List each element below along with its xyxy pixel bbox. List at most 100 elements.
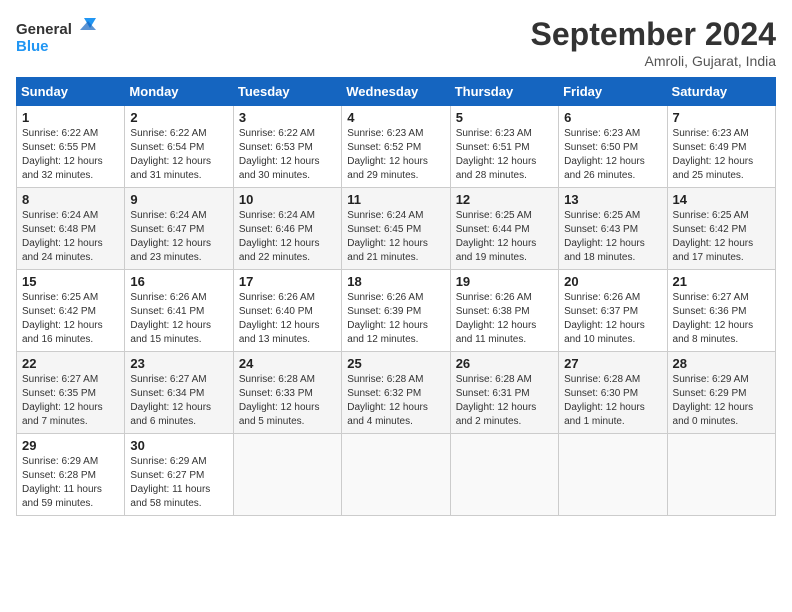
calendar-cell: 15 Sunrise: 6:25 AM Sunset: 6:42 PM Dayli…	[17, 270, 125, 352]
calendar-cell: 14 Sunrise: 6:25 AM Sunset: 6:42 PM Dayli…	[667, 188, 775, 270]
column-header-tuesday: Tuesday	[233, 78, 341, 106]
day-number: 17	[239, 274, 336, 289]
day-detail: Sunrise: 6:29 AM Sunset: 6:29 PM Dayligh…	[673, 373, 770, 429]
calendar-cell: 23 Sunrise: 6:27 AM Sunset: 6:34 PM Dayli…	[125, 352, 233, 434]
day-detail: Sunrise: 6:27 AM Sunset: 6:35 PM Dayligh…	[22, 373, 119, 429]
calendar-cell: 1 Sunrise: 6:22 AM Sunset: 6:55 PM Daylig…	[17, 106, 125, 188]
day-number: 25	[347, 356, 444, 371]
calendar-cell: 13 Sunrise: 6:25 AM Sunset: 6:43 PM Dayli…	[559, 188, 667, 270]
week-row-3: 15 Sunrise: 6:25 AM Sunset: 6:42 PM Dayli…	[17, 270, 776, 352]
day-detail: Sunrise: 6:29 AM Sunset: 6:27 PM Dayligh…	[130, 455, 227, 511]
day-detail: Sunrise: 6:28 AM Sunset: 6:30 PM Dayligh…	[564, 373, 661, 429]
location: Amroli, Gujarat, India	[531, 53, 776, 69]
day-detail: Sunrise: 6:25 AM Sunset: 6:42 PM Dayligh…	[22, 291, 119, 347]
day-number: 12	[456, 192, 553, 207]
calendar-cell: 8 Sunrise: 6:24 AM Sunset: 6:48 PM Daylig…	[17, 188, 125, 270]
day-detail: Sunrise: 6:23 AM Sunset: 6:52 PM Dayligh…	[347, 127, 444, 183]
day-detail: Sunrise: 6:24 AM Sunset: 6:47 PM Dayligh…	[130, 209, 227, 265]
logo: General Blue	[16, 16, 96, 58]
day-detail: Sunrise: 6:28 AM Sunset: 6:31 PM Dayligh…	[456, 373, 553, 429]
day-number: 16	[130, 274, 227, 289]
calendar-cell: 3 Sunrise: 6:22 AM Sunset: 6:53 PM Daylig…	[233, 106, 341, 188]
calendar-cell: 10 Sunrise: 6:24 AM Sunset: 6:46 PM Dayli…	[233, 188, 341, 270]
day-detail: Sunrise: 6:22 AM Sunset: 6:55 PM Dayligh…	[22, 127, 119, 183]
calendar-cell: 30 Sunrise: 6:29 AM Sunset: 6:27 PM Dayli…	[125, 434, 233, 516]
day-detail: Sunrise: 6:24 AM Sunset: 6:48 PM Dayligh…	[22, 209, 119, 265]
day-number: 30	[130, 438, 227, 453]
calendar-cell: 4 Sunrise: 6:23 AM Sunset: 6:52 PM Daylig…	[342, 106, 450, 188]
day-detail: Sunrise: 6:25 AM Sunset: 6:43 PM Dayligh…	[564, 209, 661, 265]
calendar-cell: 19Sunrise: 6:26 AM Sunset: 6:38 PM Dayli…	[450, 270, 558, 352]
day-number: 1	[22, 110, 119, 125]
day-detail: Sunrise: 6:28 AM Sunset: 6:32 PM Dayligh…	[347, 373, 444, 429]
day-detail: Sunrise: 6:27 AM Sunset: 6:36 PM Dayligh…	[673, 291, 770, 347]
calendar-cell: 16 Sunrise: 6:26 AM Sunset: 6:41 PM Dayli…	[125, 270, 233, 352]
calendar-header-row: SundayMondayTuesdayWednesdayThursdayFrid…	[17, 78, 776, 106]
day-detail: Sunrise: 6:26 AM Sunset: 6:39 PM Dayligh…	[347, 291, 444, 347]
logo-svg: General Blue	[16, 16, 96, 58]
day-number: 22	[22, 356, 119, 371]
day-number: 5	[456, 110, 553, 125]
day-detail: Sunrise: 6:24 AM Sunset: 6:45 PM Dayligh…	[347, 209, 444, 265]
week-row-4: 22 Sunrise: 6:27 AM Sunset: 6:35 PM Dayli…	[17, 352, 776, 434]
day-number: 7	[673, 110, 770, 125]
calendar-cell: 20 Sunrise: 6:26 AM Sunset: 6:37 PM Dayli…	[559, 270, 667, 352]
day-number: 23	[130, 356, 227, 371]
day-number: 2	[130, 110, 227, 125]
calendar-cell: 12Sunrise: 6:25 AM Sunset: 6:44 PM Dayli…	[450, 188, 558, 270]
day-detail: Sunrise: 6:29 AM Sunset: 6:28 PM Dayligh…	[22, 455, 119, 511]
calendar-cell: 24Sunrise: 6:28 AM Sunset: 6:33 PM Dayli…	[233, 352, 341, 434]
calendar-cell: 22 Sunrise: 6:27 AM Sunset: 6:35 PM Dayli…	[17, 352, 125, 434]
day-number: 24	[239, 356, 336, 371]
day-number: 3	[239, 110, 336, 125]
day-number: 13	[564, 192, 661, 207]
day-detail: Sunrise: 6:23 AM Sunset: 6:51 PM Dayligh…	[456, 127, 553, 183]
day-number: 29	[22, 438, 119, 453]
calendar-cell: 29 Sunrise: 6:29 AM Sunset: 6:28 PM Dayli…	[17, 434, 125, 516]
column-header-saturday: Saturday	[667, 78, 775, 106]
calendar-table: SundayMondayTuesdayWednesdayThursdayFrid…	[16, 77, 776, 516]
calendar-cell	[667, 434, 775, 516]
title-block: September 2024 Amroli, Gujarat, India	[531, 16, 776, 69]
day-number: 27	[564, 356, 661, 371]
day-number: 20	[564, 274, 661, 289]
day-detail: Sunrise: 6:27 AM Sunset: 6:34 PM Dayligh…	[130, 373, 227, 429]
calendar-cell	[233, 434, 341, 516]
day-detail: Sunrise: 6:22 AM Sunset: 6:53 PM Dayligh…	[239, 127, 336, 183]
day-number: 8	[22, 192, 119, 207]
calendar-cell	[342, 434, 450, 516]
column-header-wednesday: Wednesday	[342, 78, 450, 106]
day-number: 4	[347, 110, 444, 125]
day-number: 15	[22, 274, 119, 289]
day-number: 21	[673, 274, 770, 289]
day-number: 6	[564, 110, 661, 125]
calendar-cell: 26 Sunrise: 6:28 AM Sunset: 6:31 PM Dayli…	[450, 352, 558, 434]
column-header-friday: Friday	[559, 78, 667, 106]
calendar-cell: 11 Sunrise: 6:24 AM Sunset: 6:45 PM Dayli…	[342, 188, 450, 270]
column-header-sunday: Sunday	[17, 78, 125, 106]
day-number: 26	[456, 356, 553, 371]
day-number: 10	[239, 192, 336, 207]
calendar-cell: 2 Sunrise: 6:22 AM Sunset: 6:54 PM Daylig…	[125, 106, 233, 188]
day-detail: Sunrise: 6:26 AM Sunset: 6:37 PM Dayligh…	[564, 291, 661, 347]
day-number: 9	[130, 192, 227, 207]
day-detail: Sunrise: 6:25 AM Sunset: 6:42 PM Dayligh…	[673, 209, 770, 265]
calendar-cell: 17Sunrise: 6:26 AM Sunset: 6:40 PM Dayli…	[233, 270, 341, 352]
day-number: 14	[673, 192, 770, 207]
week-row-2: 8 Sunrise: 6:24 AM Sunset: 6:48 PM Daylig…	[17, 188, 776, 270]
calendar-cell: 28Sunrise: 6:29 AM Sunset: 6:29 PM Dayli…	[667, 352, 775, 434]
calendar-cell: 27 Sunrise: 6:28 AM Sunset: 6:30 PM Dayli…	[559, 352, 667, 434]
day-detail: Sunrise: 6:23 AM Sunset: 6:50 PM Dayligh…	[564, 127, 661, 183]
svg-text:General: General	[16, 21, 72, 38]
day-detail: Sunrise: 6:26 AM Sunset: 6:41 PM Dayligh…	[130, 291, 227, 347]
day-detail: Sunrise: 6:24 AM Sunset: 6:46 PM Dayligh…	[239, 209, 336, 265]
calendar-cell: 21 Sunrise: 6:27 AM Sunset: 6:36 PM Dayli…	[667, 270, 775, 352]
calendar-cell: 25 Sunrise: 6:28 AM Sunset: 6:32 PM Dayli…	[342, 352, 450, 434]
calendar-cell: 18 Sunrise: 6:26 AM Sunset: 6:39 PM Dayli…	[342, 270, 450, 352]
column-header-thursday: Thursday	[450, 78, 558, 106]
day-detail: Sunrise: 6:26 AM Sunset: 6:38 PM Dayligh…	[456, 291, 553, 347]
day-detail: Sunrise: 6:22 AM Sunset: 6:54 PM Dayligh…	[130, 127, 227, 183]
calendar-cell: 5 Sunrise: 6:23 AM Sunset: 6:51 PM Daylig…	[450, 106, 558, 188]
day-number: 18	[347, 274, 444, 289]
day-number: 11	[347, 192, 444, 207]
